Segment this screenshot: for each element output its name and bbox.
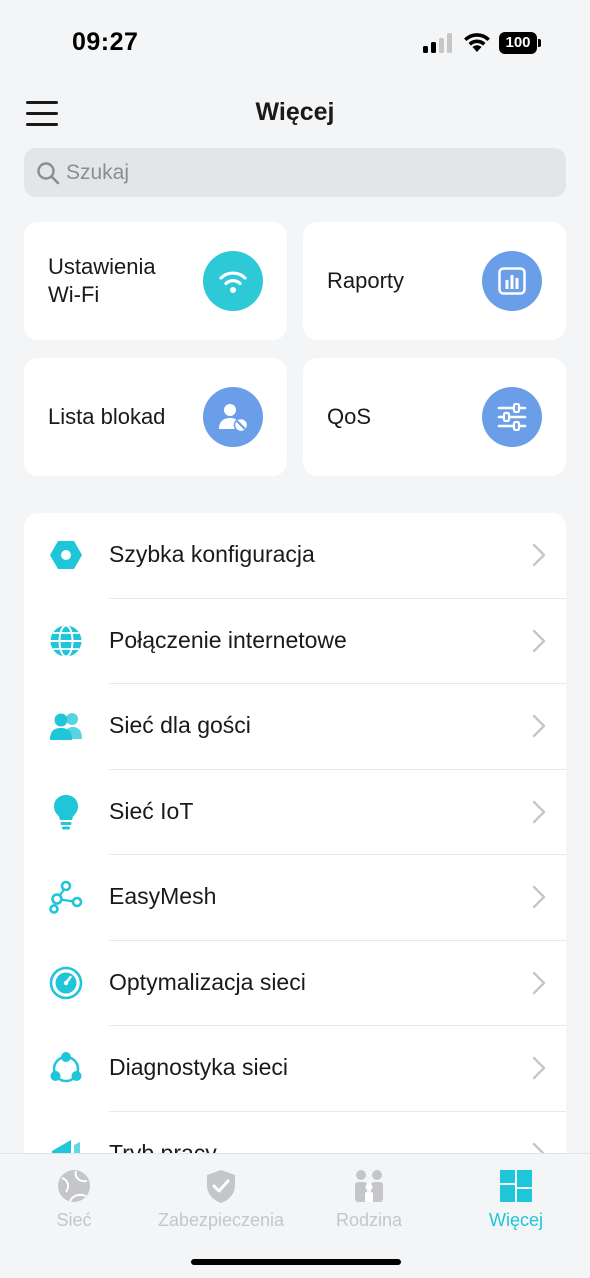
list-item-label: EasyMesh [109,883,217,909]
list-item-label: Sieć IoT [109,797,194,824]
card-wifi-settings[interactable]: Ustawienia Wi-Fi [24,222,287,340]
list-item-label: Sieć dla gości [109,712,251,738]
mesh-nodes-icon [48,879,84,915]
tab-label: Więcej [488,1210,543,1230]
card-label: QoS [327,404,372,429]
chevron-right-icon [532,971,546,994]
home-indicator [191,1259,401,1265]
list-item-label: Szybka konfiguracja [109,541,315,567]
card-qos[interactable]: QoS [303,358,566,476]
globe-icon [58,1170,90,1202]
list-item-network-diagnostics[interactable]: Diagnostyka sieci [24,1026,566,1112]
tab-more[interactable]: Więcej [478,1168,554,1238]
gauge-icon [48,965,84,1001]
user-block-icon [203,387,263,447]
list-item-quick-setup[interactable]: Szybka konfiguracja [24,513,566,599]
page-title: Więcej [255,98,335,126]
shield-check-icon [207,1170,235,1203]
cellular-signal-icon [423,33,452,53]
grid-icon [500,1170,532,1202]
tab-label: Zabezpieczenia [157,1210,285,1230]
list-item-iot-network[interactable]: Sieć IoT [24,770,566,855]
chevron-right-icon [532,800,546,823]
tab-family[interactable]: Rodzina [328,1168,410,1238]
hexagon-icon [48,537,84,573]
list-item-guest-network[interactable]: Sieć dla gości [24,684,566,770]
chevron-right-icon [532,885,546,909]
list-item-label: Diagnostyka sieci [109,1054,288,1080]
chevron-right-icon [532,543,546,567]
lightbulb-icon [48,794,84,830]
list-item-network-optimization[interactable]: Optymalizacja sieci [24,941,566,1026]
card-reports[interactable]: Raporty [303,222,566,340]
family-icon [355,1170,383,1202]
card-label: Raporty [327,268,405,293]
settings-list: Szybka konfiguracja Połączenie interneto… [24,513,566,1213]
card-label: Ustawienia Wi-Fi [48,254,156,307]
list-item-easymesh[interactable]: EasyMesh [24,855,566,941]
search-bar[interactable] [24,148,566,197]
tab-label: Rodzina [335,1210,403,1230]
wifi-status-icon [464,33,490,52]
battery-level: 100 [499,32,537,54]
list-item-label: Połączenie internetowe [109,626,347,653]
chevron-right-icon [532,714,546,738]
list-item-label: Optymalizacja sieci [109,968,306,995]
tab-label: Sieć [56,1210,92,1230]
globe-icon [48,623,84,659]
search-icon [37,162,60,185]
card-block-list[interactable]: Lista blokad [24,358,287,476]
chevron-right-icon [532,629,546,652]
guests-icon [48,708,84,744]
diagnostics-icon [48,1050,84,1086]
tab-security[interactable]: Zabezpieczenia [150,1168,292,1238]
sliders-icon [482,387,542,447]
wifi-icon [203,251,263,311]
list-item-internet-connection[interactable]: Połączenie internetowe [24,599,566,684]
card-label: Lista blokad [48,404,166,429]
status-time: 09:27 [72,28,139,56]
status-bar: 09:27 100 [0,0,590,88]
tab-network[interactable]: Sieć [34,1168,114,1238]
battery-icon: 100 [499,32,541,54]
chevron-right-icon [532,1056,546,1080]
search-input[interactable] [66,148,546,197]
header: Więcej [0,88,590,140]
bar-chart-icon [482,251,542,311]
